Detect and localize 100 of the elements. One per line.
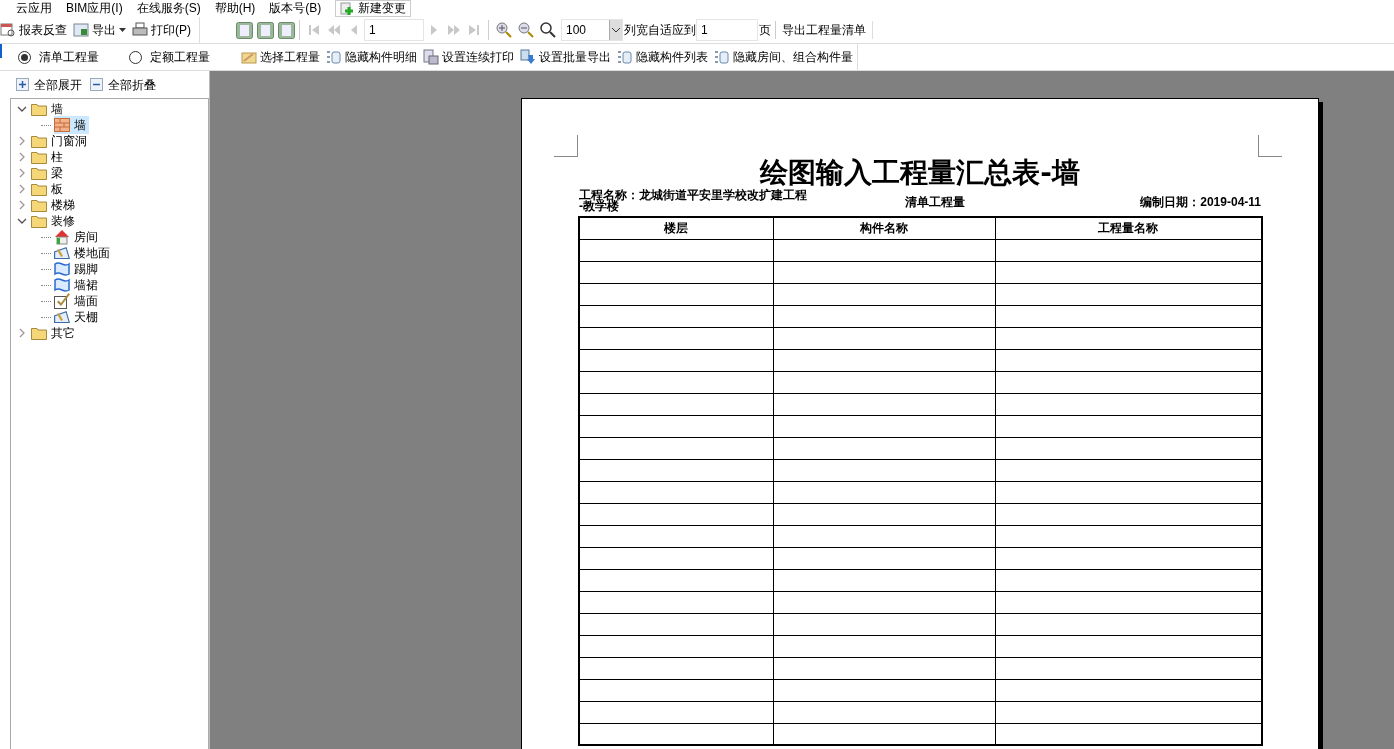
skirting-icon	[54, 278, 70, 292]
zoom-select[interactable]: 100	[561, 19, 623, 41]
tree-line	[41, 284, 51, 286]
expand-all-button[interactable]: 全部展开	[16, 75, 82, 94]
crop-mark	[1258, 135, 1282, 157]
tree-node[interactable]: 楼梯	[11, 197, 208, 213]
tree-node[interactable]: 墙面	[54, 292, 101, 310]
tree-label: 门窗洞	[51, 133, 87, 150]
zoom-in-icon[interactable]	[496, 22, 512, 38]
tree-label: 板	[51, 181, 63, 198]
tree-node[interactable]: 天棚	[54, 308, 101, 326]
tree-node[interactable]: 楼地面	[54, 244, 113, 262]
tree-node[interactable]: 柱	[11, 149, 208, 165]
tree-line	[41, 316, 51, 318]
menu-item[interactable]: 在线服务(S)	[136, 1, 201, 16]
tree-node[interactable]: 墙	[11, 101, 208, 117]
radio-option[interactable]: 定额工程量	[129, 48, 210, 66]
house-icon	[54, 229, 70, 245]
tree-line	[41, 300, 51, 302]
spreadsheet-icon	[73, 22, 89, 38]
floor-icon	[54, 246, 70, 260]
list-icon	[617, 49, 633, 65]
folder-icon	[31, 166, 47, 180]
folder-icon	[31, 150, 47, 164]
last-page-icon[interactable]	[467, 23, 481, 37]
tree-node[interactable]: 其它	[11, 325, 208, 341]
tree-label: 其它	[51, 325, 75, 342]
toolbar-button[interactable]: 打印(P)	[132, 21, 191, 39]
toolbar-button[interactable]: 隐藏房间、组合构件量	[714, 48, 853, 66]
tree-label: 楼梯	[51, 197, 75, 214]
new-change-button[interactable]: 新建变更	[335, 0, 412, 17]
single-page-icon[interactable]	[236, 21, 253, 39]
minus-icon	[90, 78, 103, 91]
project-name: -教学楼	[579, 201, 619, 212]
column-header: 构件名称	[773, 217, 995, 239]
tree-label: 装修	[51, 213, 75, 230]
folder-icon	[31, 326, 47, 340]
menu-item[interactable]: BIM应用(I)	[66, 1, 123, 16]
folder-icon	[31, 214, 47, 228]
tree-node[interactable]: 装修	[11, 213, 208, 229]
folder-icon	[31, 182, 47, 196]
tree-label: 墙	[51, 101, 63, 118]
tree-node[interactable]: 房间	[54, 228, 101, 246]
tree-label: 梁	[51, 165, 63, 182]
toolbar-button[interactable]: 选择工程量	[241, 48, 320, 66]
tree-label: 墙裙	[74, 277, 98, 294]
skirting-icon	[54, 262, 70, 276]
menu-item[interactable]: 云应用	[16, 1, 52, 16]
radio-option[interactable]: 清单工程量	[18, 48, 99, 66]
toolbar-button[interactable]: 报表反查	[0, 21, 67, 39]
export-list-button[interactable]: 导出工程量清单	[776, 21, 873, 39]
collapse-all-button[interactable]: 全部折叠	[90, 75, 156, 94]
report-title: 绘图输入工程量汇总表-墙	[760, 156, 1080, 189]
printer-icon	[132, 22, 148, 38]
search-icon[interactable]	[540, 22, 556, 38]
arrow-down-icon	[520, 49, 536, 65]
wall-surface-icon	[54, 293, 70, 309]
report-type: 清单工程量	[905, 194, 965, 211]
chevron-down-icon[interactable]	[17, 216, 27, 226]
plus-icon	[16, 78, 29, 91]
tree-node[interactable]: 梁	[11, 165, 208, 181]
toolbar-button[interactable]: 设置批量导出	[520, 48, 611, 66]
column-header: 楼层	[579, 217, 773, 239]
tree-node[interactable]: 踢脚	[54, 260, 101, 278]
document-stack-icon	[423, 49, 439, 65]
menu-item[interactable]: 版本号(B)	[269, 1, 322, 16]
menu-item[interactable]: 帮助(H)	[214, 1, 256, 16]
tree-label: 楼地面	[74, 245, 110, 262]
four-page-icon[interactable]	[278, 21, 295, 39]
folder-icon	[31, 198, 47, 212]
tree-label: 踢脚	[74, 261, 98, 278]
first-page-icon[interactable]	[307, 23, 321, 37]
tree-label: 墙面	[74, 293, 98, 310]
floor-icon	[54, 310, 70, 324]
toolbar-button[interactable]: 导出	[73, 21, 126, 39]
report-date: 编制日期：2019-04-11	[1140, 194, 1261, 211]
tree-line	[41, 268, 51, 270]
chevron-down-icon[interactable]	[17, 104, 27, 114]
tree-line	[41, 124, 51, 126]
tree-line	[41, 236, 51, 238]
tree-node[interactable]: 墙	[54, 116, 89, 134]
list-icon	[714, 49, 730, 65]
page-unit-label: 页	[759, 21, 776, 39]
chevron-right-icon[interactable]	[17, 328, 27, 338]
tree-node[interactable]: 门窗洞	[11, 133, 208, 149]
tree-label: 房间	[74, 229, 98, 246]
tree-node[interactable]: 墙裙	[54, 276, 101, 294]
tree-node[interactable]: 板	[11, 181, 208, 197]
toolbar-button[interactable]: 隐藏构件明细	[326, 48, 417, 66]
two-page-icon[interactable]	[257, 21, 274, 39]
zoom-out-icon[interactable]	[518, 22, 534, 38]
plus-document-icon	[340, 1, 355, 16]
toolbar-button[interactable]: 隐藏构件列表	[617, 48, 708, 66]
fit-pages-field[interactable]: 1	[696, 19, 758, 41]
fit-label: 列宽自适应到	[624, 22, 696, 39]
page-field[interactable]: 1	[364, 19, 424, 41]
tree-label: 天棚	[74, 309, 98, 326]
fast-forward-icon[interactable]	[447, 23, 461, 37]
toolbar-button[interactable]: 设置连续打印	[423, 48, 514, 66]
rewind-icon[interactable]	[327, 23, 341, 37]
